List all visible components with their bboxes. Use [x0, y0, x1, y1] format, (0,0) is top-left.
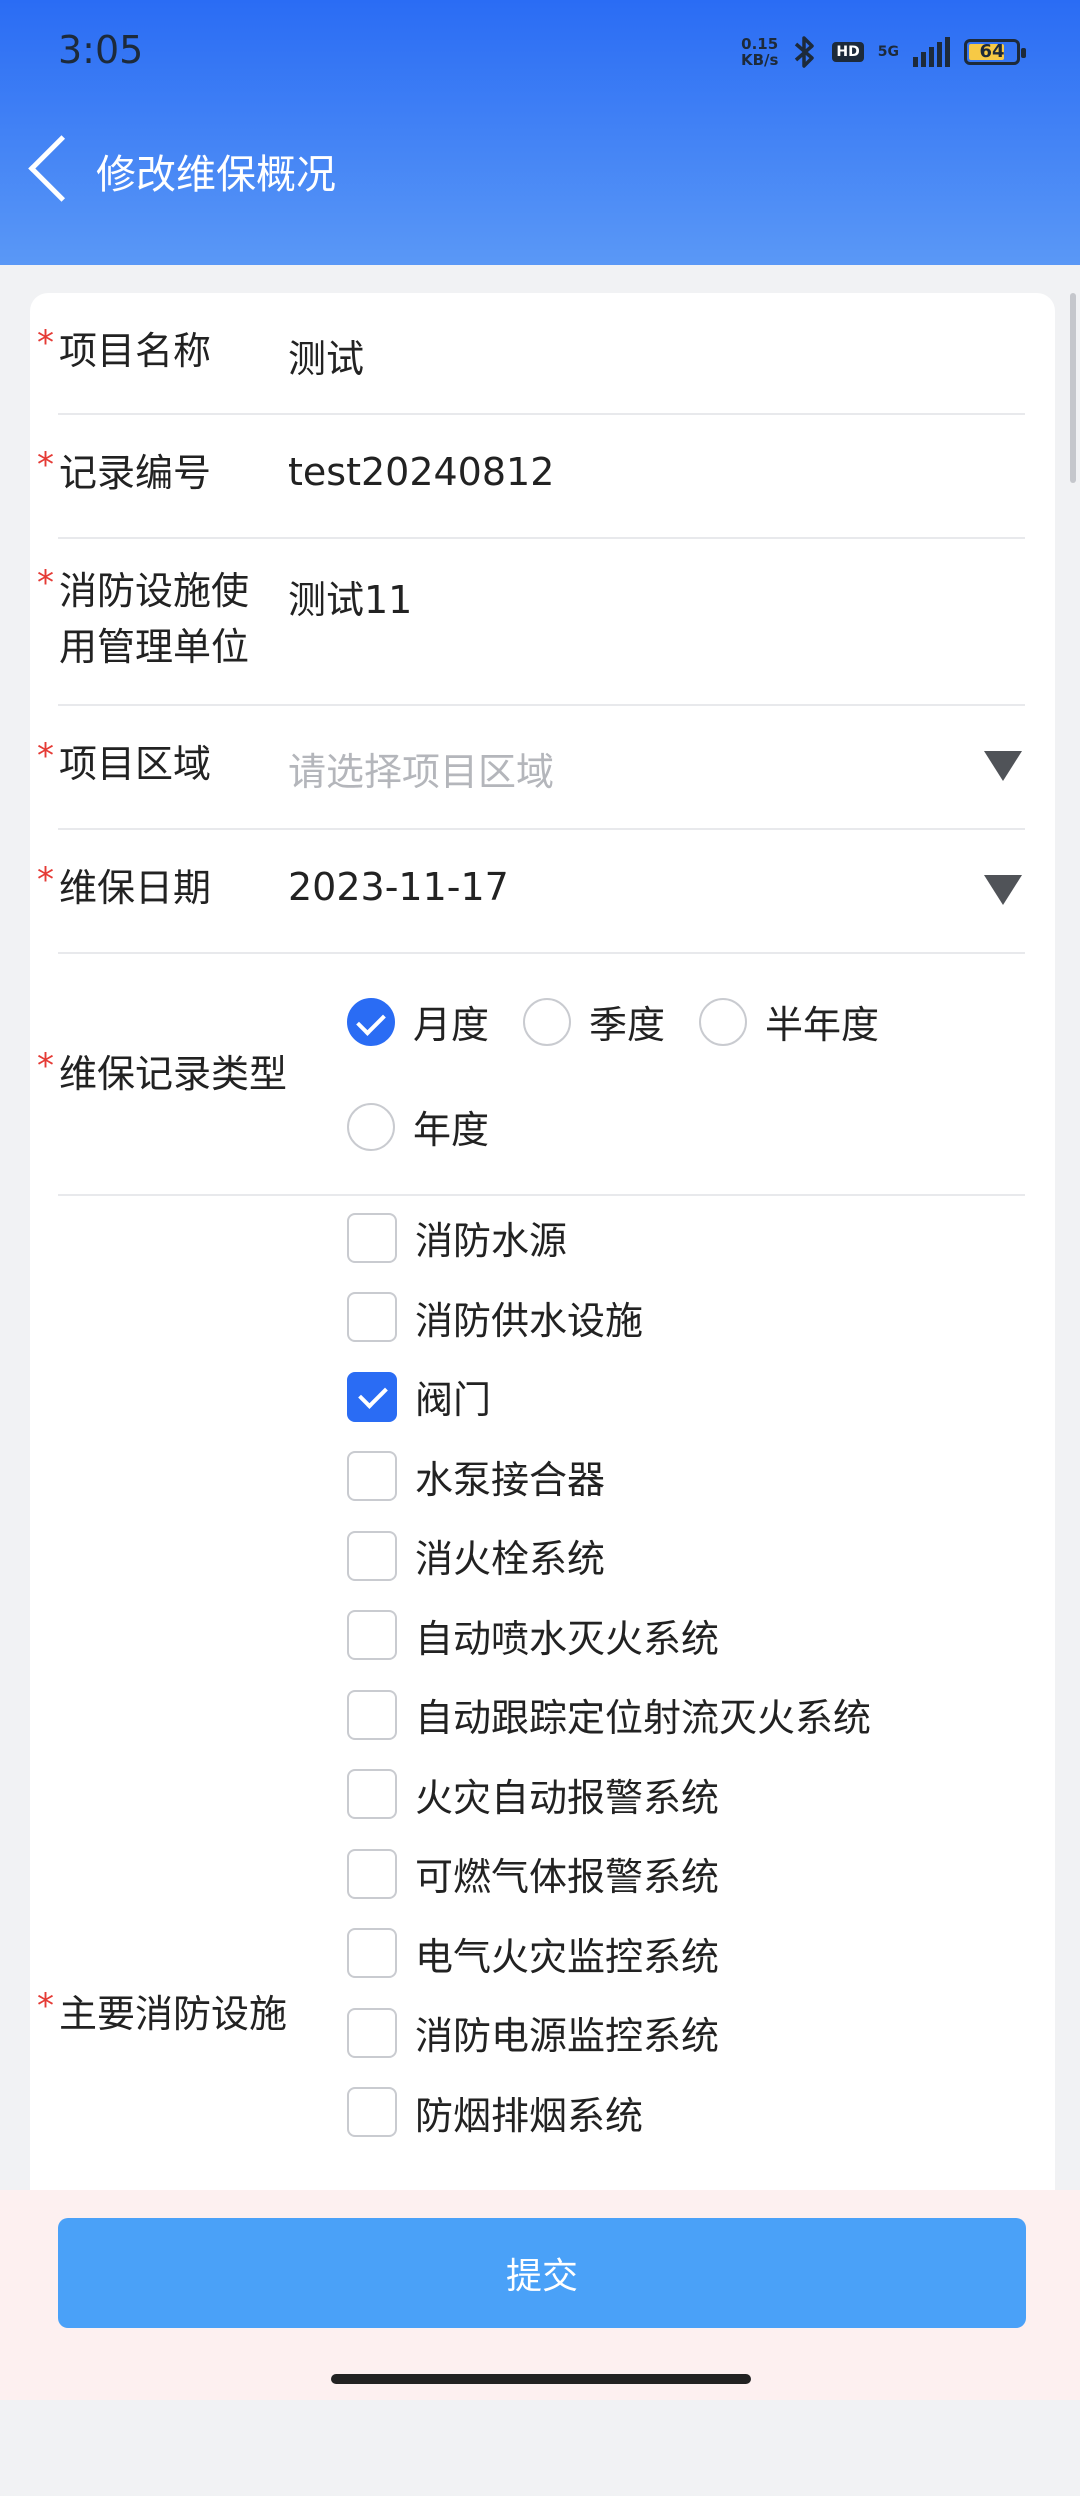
checkbox-unchecked-icon[interactable]	[347, 2087, 397, 2137]
net-speed-value: 0.15	[741, 35, 779, 53]
facility-checkbox-label: 自动喷水灭火系统	[415, 1616, 720, 1661]
record-type-label: 维保记录类型	[59, 1052, 288, 1096]
radio-half-year[interactable]: 半年度	[699, 994, 879, 1049]
checkbox-unchecked-icon[interactable]	[347, 1212, 397, 1263]
chevron-left-icon	[28, 135, 95, 202]
radio-unchecked-icon	[523, 997, 571, 1046]
facility-checkbox-label: 火灾自动报警系统	[415, 1775, 720, 1820]
required-mark: *	[37, 860, 54, 900]
radio-quarterly[interactable]: 季度	[523, 994, 665, 1049]
project-name-value[interactable]: 测试	[288, 328, 364, 383]
required-mark: *	[37, 1986, 54, 2026]
radio-checked-icon	[347, 997, 395, 1046]
facility-checkbox-label: 消防供水设施	[415, 1298, 644, 1343]
management-unit-label-line2: 用管理单位	[59, 625, 250, 669]
facility-checkbox-label: 可燃气体报警系统	[415, 1855, 720, 1899]
net-speed: 0.15 KB/s	[741, 36, 778, 68]
facility-checkbox-item[interactable]: 消防供水设施	[347, 1290, 643, 1345]
page-title: 修改维保概况	[96, 152, 336, 198]
record-no-value[interactable]: test20240812	[288, 450, 554, 494]
checkbox-unchecked-icon[interactable]	[347, 1689, 397, 1740]
required-mark: *	[37, 445, 54, 485]
facility-checkbox-label: 消防水源	[415, 1219, 568, 1263]
battery-level: 64	[979, 41, 1005, 62]
field-project-name: * 项目名称 测试	[30, 293, 1055, 413]
network-type: 5G	[877, 44, 899, 60]
checkbox-unchecked-icon[interactable]	[347, 1530, 397, 1581]
required-mark: *	[37, 1046, 54, 1086]
facility-checkbox-item[interactable]: 消防水源	[347, 1210, 567, 1265]
field-maintenance-date[interactable]: * 维保日期 2023-11-17	[30, 830, 1055, 952]
hd-badge: HD	[832, 42, 864, 62]
management-unit-label-line1: 消防设施使	[59, 569, 250, 613]
signal-icon	[913, 37, 950, 67]
checkbox-unchecked-icon[interactable]	[347, 1292, 397, 1342]
facility-checkbox-label: 电气火灾监控系统	[415, 1934, 720, 1979]
checkbox-unchecked-icon[interactable]	[347, 1769, 397, 1819]
radio-label: 年度	[413, 1108, 490, 1152]
facility-checkbox-item[interactable]: 电气火灾监控系统	[347, 1926, 719, 1981]
radio-label: 月度	[413, 1003, 490, 1047]
field-record-no: * 记录编号 test20240812	[30, 415, 1055, 537]
checkbox-unchecked-icon[interactable]	[347, 1848, 397, 1899]
project-name-label: 项目名称	[59, 329, 212, 373]
facility-checkbox-label: 水泵接合器	[415, 1457, 606, 1502]
radio-yearly[interactable]: 年度	[347, 1099, 489, 1154]
facility-checkbox-item[interactable]: 自动跟踪定位射流灭火系统	[347, 1687, 871, 1742]
home-indicator[interactable]	[331, 2374, 751, 2384]
checkbox-checked-icon[interactable]	[347, 1371, 397, 1422]
field-project-area[interactable]: * 项目区域 请选择项目区域	[30, 706, 1055, 828]
battery-icon: 64	[964, 39, 1026, 65]
facility-checkbox-item[interactable]: 防烟排烟系统	[347, 2085, 643, 2140]
facility-checkbox-item[interactable]: 火灾自动报警系统	[347, 1767, 719, 1822]
bluetooth-icon	[795, 36, 815, 68]
radio-unchecked-icon	[699, 997, 747, 1046]
back-button[interactable]	[20, 135, 95, 215]
app-header: 3:05 0.15 KB/s HD 5G 64 修改维保概况	[0, 0, 1080, 265]
required-mark: *	[37, 736, 54, 776]
status-icons: 0.15 KB/s HD 5G 64	[741, 30, 1026, 74]
dropdown-arrow-icon[interactable]	[984, 875, 1022, 905]
maintenance-date-label: 维保日期	[59, 866, 212, 910]
radio-unchecked-icon	[347, 1102, 395, 1151]
radio-label: 半年度	[765, 1003, 880, 1047]
facility-checkbox-item[interactable]: 消火栓系统	[347, 1528, 605, 1583]
facility-checkbox-item[interactable]: 水泵接合器	[347, 1449, 605, 1504]
required-mark: *	[37, 563, 54, 603]
checkbox-unchecked-icon[interactable]	[347, 1610, 397, 1660]
field-record-type: * 维保记录类型 月度 季度 半年度 年度	[30, 954, 1055, 1194]
checkbox-unchecked-icon[interactable]	[347, 2007, 397, 2058]
required-mark: *	[37, 323, 54, 363]
scrollbar[interactable]	[1070, 293, 1076, 483]
net-speed-unit: KB/s	[740, 51, 779, 69]
field-management-unit: * 消防设施使 用管理单位 测试11	[30, 539, 1055, 704]
facility-checkbox-label: 阀门	[415, 1378, 492, 1422]
status-time: 3:05	[58, 28, 144, 72]
facility-checkbox-label: 消火栓系统	[415, 1537, 606, 1581]
submit-button[interactable]: 提交	[58, 2218, 1026, 2328]
checkbox-unchecked-icon[interactable]	[347, 1451, 397, 1501]
radio-monthly[interactable]: 月度	[347, 994, 489, 1049]
facility-checkbox-item[interactable]: 自动喷水灭火系统	[347, 1608, 719, 1663]
facility-checkbox-label: 自动跟踪定位射流灭火系统	[415, 1696, 872, 1740]
facility-checkbox-label: 防烟排烟系统	[415, 2093, 644, 2138]
record-no-label: 记录编号	[59, 451, 212, 495]
project-area-select[interactable]: 请选择项目区域	[288, 741, 554, 796]
radio-label: 季度	[589, 1003, 666, 1047]
maintenance-date-value[interactable]: 2023-11-17	[288, 865, 509, 909]
main-facilities-label: 主要消防设施	[59, 1992, 288, 2036]
facility-checkbox-label: 消防电源监控系统	[415, 2014, 720, 2058]
facility-checkbox-item[interactable]: 消防电源监控系统	[347, 2005, 719, 2060]
facility-checkbox-item[interactable]: 可燃气体报警系统	[347, 1846, 719, 1901]
form-card: * 项目名称 测试 * 记录编号 test20240812 * 消防设施使 用管…	[30, 293, 1055, 2400]
checkbox-unchecked-icon[interactable]	[347, 1928, 397, 1978]
dropdown-arrow-icon[interactable]	[984, 751, 1022, 781]
project-area-label: 项目区域	[59, 742, 212, 786]
management-unit-value[interactable]: 测试11	[288, 569, 412, 624]
facility-checkbox-item[interactable]: 阀门	[347, 1369, 491, 1424]
